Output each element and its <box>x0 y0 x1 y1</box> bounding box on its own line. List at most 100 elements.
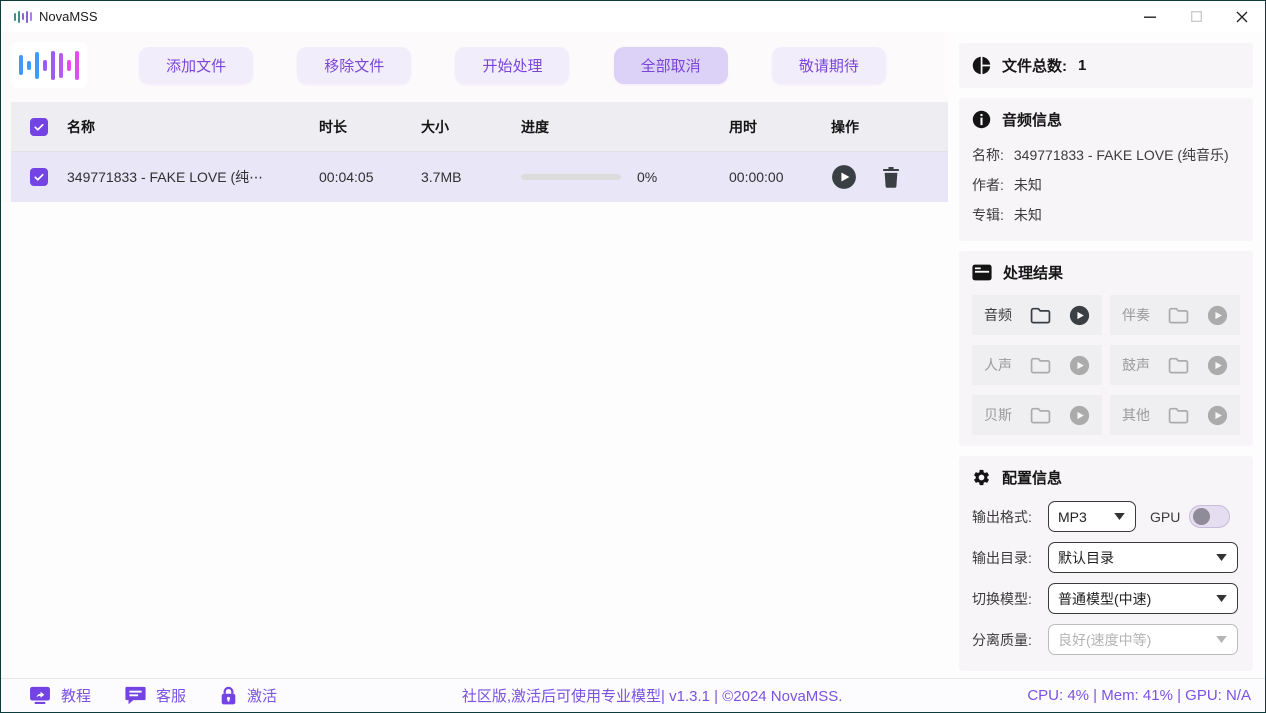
remove-files-button[interactable]: 移除文件 <box>297 47 411 84</box>
play-circle-icon <box>1207 355 1228 376</box>
model-row: 切换模型: 普通模型(中速) <box>972 578 1240 619</box>
folder-icon <box>1030 357 1051 374</box>
pie-chart-icon <box>972 56 991 75</box>
coming-soon-button[interactable]: 敬请期待 <box>772 47 886 84</box>
output-format-label: 输出格式: <box>972 507 1044 527</box>
folder-icon[interactable] <box>1030 307 1051 324</box>
audio-info-artist: 作者:未知 <box>972 170 1240 200</box>
play-button[interactable] <box>831 164 857 190</box>
progress-percent: 0% <box>637 169 657 185</box>
result-item-vocals: 人声 <box>972 345 1102 385</box>
audio-info-title: 音频信息 <box>1002 109 1062 130</box>
header-ops: 操作 <box>831 117 948 137</box>
header-duration: 时长 <box>319 117 421 137</box>
support-link[interactable]: 客服 <box>125 685 186 706</box>
chevron-down-icon <box>1216 595 1227 602</box>
lock-icon <box>220 685 237 706</box>
start-processing-button[interactable]: 开始处理 <box>455 47 569 84</box>
config-card: 配置信息 输出格式: MP3 GPU <box>959 456 1253 671</box>
main-panel: 添加文件 移除文件 开始处理 全部取消 敬请期待 名称 时长 <box>1 32 948 678</box>
titlebar-left: NovaMSS <box>1 9 98 24</box>
info-icon <box>972 110 991 129</box>
folder-icon <box>1168 407 1189 424</box>
statusbar: 教程 客服 <box>1 678 1265 712</box>
row-duration: 00:04:05 <box>319 169 421 185</box>
folder-icon <box>1168 307 1189 324</box>
select-all-checkbox[interactable] <box>30 118 48 136</box>
delete-button[interactable] <box>881 166 901 188</box>
result-item-other: 其他 <box>1110 395 1240 435</box>
file-count-card: 文件总数: 1 <box>959 43 1253 88</box>
waveform-logo-icon <box>11 42 87 88</box>
result-label: 其他 <box>1122 405 1150 425</box>
output-dir-select[interactable]: 默认目录 <box>1048 542 1238 573</box>
folder-icon <box>1030 407 1051 424</box>
cancel-all-button[interactable]: 全部取消 <box>614 47 728 84</box>
gpu-toggle[interactable] <box>1189 505 1230 528</box>
output-format-row: 输出格式: MP3 GPU <box>972 496 1240 537</box>
header-size: 大小 <box>421 117 521 137</box>
quality-label: 分离质量: <box>972 630 1044 650</box>
result-label: 人声 <box>984 355 1012 375</box>
play-circle-icon <box>1207 405 1228 426</box>
screen-share-icon <box>29 686 51 705</box>
row-checkbox-cell <box>11 168 67 186</box>
play-circle-icon[interactable] <box>1069 305 1090 326</box>
tutorial-link[interactable]: 教程 <box>29 685 91 706</box>
toggle-knob <box>1193 508 1210 525</box>
card-icon <box>972 264 992 281</box>
file-table: 名称 时长 大小 进度 用时 操作 349771833 - FAKE LOVE … <box>11 102 948 202</box>
header-name: 名称 <box>67 117 319 137</box>
sidebar: 文件总数: 1 音频信息 <box>948 32 1265 678</box>
file-count-label: 文件总数: <box>1002 55 1067 76</box>
result-item-audio: 音频 <box>972 295 1102 335</box>
activate-link[interactable]: 激活 <box>220 685 277 706</box>
version-text: 社区版,激活后可使用专业模型| v1.3.1 | ©2024 NovaMSS. <box>277 685 1027 706</box>
results-grid: 音频 伴奏 <box>972 295 1240 435</box>
select-all-checkbox-cell <box>11 118 67 136</box>
model-label: 切换模型: <box>972 589 1044 609</box>
row-name: 349771833 - FAKE LOVE (纯⋯ <box>67 167 319 187</box>
titlebar: NovaMSS <box>1 1 1265 32</box>
maximize-button[interactable] <box>1173 1 1219 32</box>
quality-select: 良好(速度中等) <box>1048 624 1238 655</box>
table-empty-area <box>1 202 948 678</box>
app-body: 添加文件 移除文件 开始处理 全部取消 敬请期待 名称 时长 <box>1 32 1265 678</box>
model-select[interactable]: 普通模型(中速) <box>1048 583 1238 614</box>
window-controls <box>1127 1 1265 32</box>
header-time: 用时 <box>729 117 831 137</box>
window-title: NovaMSS <box>39 9 98 24</box>
results-card: 处理结果 音频 伴奏 <box>959 251 1253 446</box>
play-circle-icon <box>1207 305 1228 326</box>
result-label: 鼓声 <box>1122 355 1150 375</box>
system-stats: CPU: 4% | Mem: 41% | GPU: N/A <box>1027 687 1251 704</box>
table-header: 名称 时长 大小 进度 用时 操作 <box>11 102 948 152</box>
chevron-down-icon <box>1114 513 1125 520</box>
row-time: 00:00:00 <box>729 169 831 185</box>
audio-info-album: 专辑:未知 <box>972 200 1240 230</box>
result-label: 伴奏 <box>1122 305 1150 325</box>
folder-icon <box>1168 357 1189 374</box>
statusbar-links: 教程 客服 <box>15 685 277 706</box>
row-operations <box>831 164 948 190</box>
result-label: 音频 <box>984 305 1012 325</box>
chevron-down-icon <box>1216 554 1227 561</box>
toolbar: 添加文件 移除文件 开始处理 全部取消 敬请期待 <box>1 32 948 98</box>
output-dir-label: 输出目录: <box>972 548 1044 568</box>
add-files-button[interactable]: 添加文件 <box>139 47 253 84</box>
quality-row: 分离质量: 良好(速度中等) <box>972 619 1240 660</box>
play-circle-icon <box>1069 355 1090 376</box>
output-format-select[interactable]: MP3 <box>1048 501 1136 532</box>
row-size: 3.7MB <box>421 169 521 185</box>
toolbar-buttons: 添加文件 移除文件 开始处理 全部取消 敬请期待 <box>87 47 938 84</box>
output-dir-row: 输出目录: 默认目录 <box>972 537 1240 578</box>
chevron-down-icon <box>1216 636 1227 643</box>
table-row: 349771833 - FAKE LOVE (纯⋯ 00:04:05 3.7MB… <box>11 152 948 202</box>
play-circle-icon <box>1069 405 1090 426</box>
app-window: NovaMSS <box>0 0 1266 713</box>
row-checkbox[interactable] <box>30 168 48 186</box>
result-label: 贝斯 <box>984 405 1012 425</box>
results-title: 处理结果 <box>1003 262 1063 283</box>
minimize-button[interactable] <box>1127 1 1173 32</box>
close-button[interactable] <box>1219 1 1265 32</box>
